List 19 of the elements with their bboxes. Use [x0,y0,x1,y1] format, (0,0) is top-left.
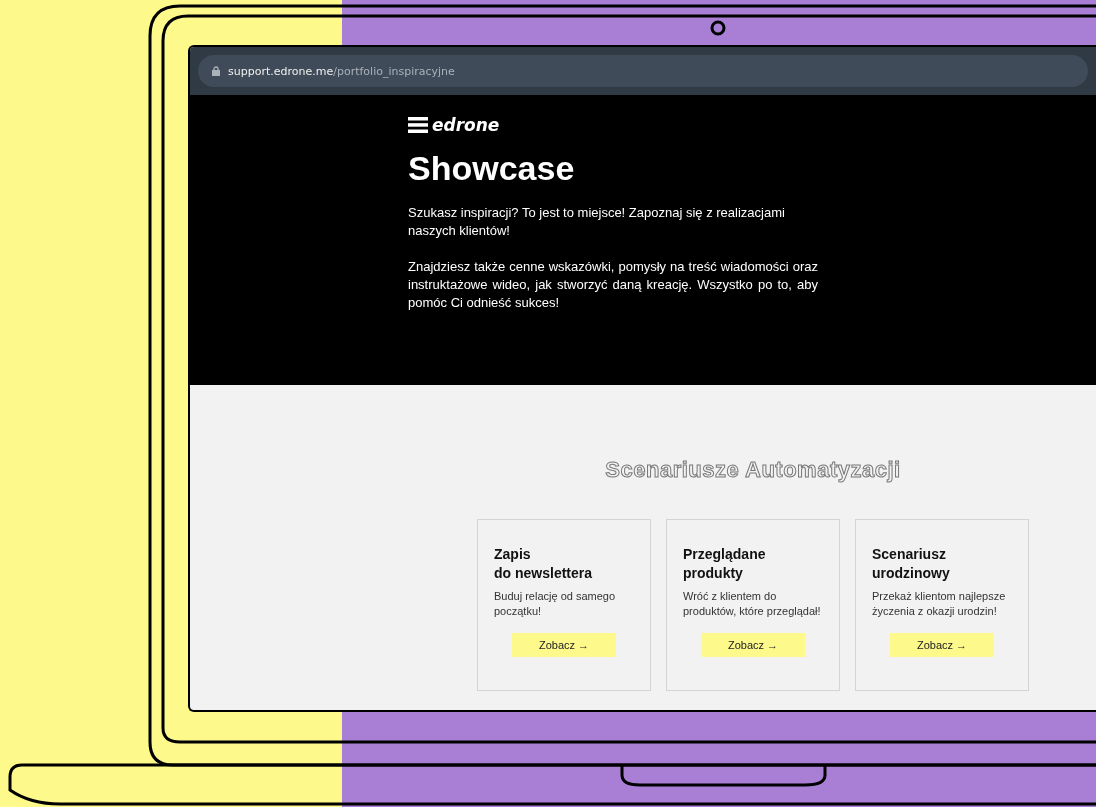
card-title: Scenariusz urodzinowy [872,545,951,583]
logo-text: edrone [432,115,500,135]
lock-icon [212,66,220,76]
card-title: Przeglądane produkty [683,545,767,583]
card-description: Buduj relację od samego początku! [494,589,617,619]
intro-paragraph: Szukasz inspiracji? To jest to miejsce! Zapoznaj się z realizacjami naszych klientów! [408,204,786,240]
url-host: support.edrone.me [228,64,334,78]
see-more-button[interactable]: Zobacz → [890,633,994,657]
address-field[interactable]: support.edrone.me/portfolio_inspiracyjne [198,55,1088,87]
card-description: Wróć z klientem do produktów, które przeglądał! [683,589,822,619]
page-title: Showcase [408,149,576,188]
intro-paragraph: Znajdziesz także cenne wskazówki, pomysły na treść wiadomości oraz instruktażowe wideo, jak stworzyć daną kreację. Wszystko po to, aby pomóc Ci odnieść sukces! [408,258,818,312]
section-title: Scenariusze Automatyzacji [604,457,902,483]
url-path: /portfolio_inspiracyjne [333,64,455,78]
card-title: Zapis do newslettera [494,545,594,583]
see-more-button[interactable]: Zobacz → [512,633,616,657]
card-description: Przekaż klientom najlepsze życzenia z okazji urodzin! [872,589,1007,619]
menu-bars-icon [408,117,428,133]
see-more-button[interactable]: Zobacz → [701,633,805,657]
